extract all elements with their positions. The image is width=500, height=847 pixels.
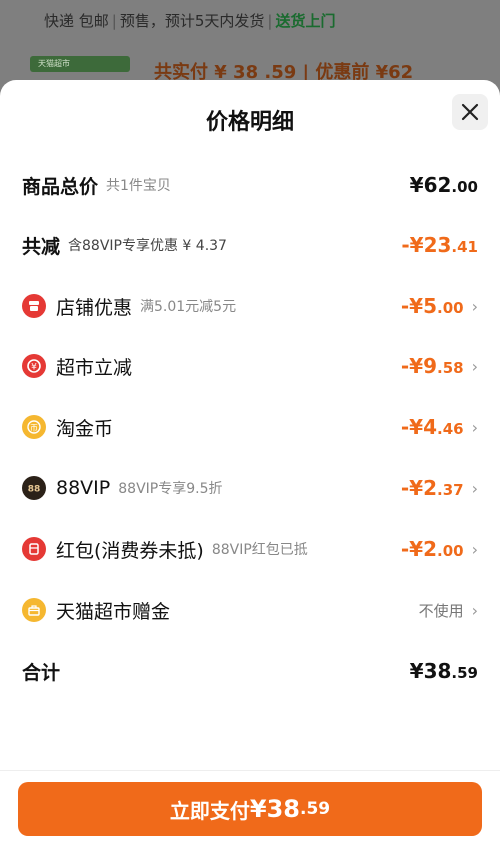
discount-int: -¥23	[401, 233, 452, 257]
gift-label: 天猫超市赠金	[56, 600, 171, 623]
row-total: 商品总价 共1件宝贝 ¥62.00	[22, 167, 478, 203]
sum-amount: ¥38.59	[410, 659, 478, 683]
svg-text:88: 88	[28, 485, 41, 495]
store-sub: 满5.01元减5元	[140, 299, 237, 315]
red-packet-icon	[22, 537, 46, 561]
redpacket-dec: .00	[437, 542, 464, 560]
vip-dec: .37	[437, 481, 464, 499]
sheet-title: 价格明细	[205, 110, 294, 135]
shipping-info: 快递 包邮 | 预售，预计5天内发货 | 送货上门	[44, 12, 336, 30]
pay-now-button[interactable]: 立即支付 ¥38 .59	[18, 782, 482, 836]
store-dec: .00	[437, 299, 464, 317]
row-tmall-gift[interactable]: 天猫超市赠金 不使用 ›	[22, 592, 478, 628]
store-amount: -¥5.00	[401, 294, 464, 318]
chevron-right-icon: ›	[471, 417, 478, 437]
discount-sub: 含88VIP专享优惠 ¥ 4.37	[68, 238, 227, 254]
chevron-right-icon: ›	[471, 600, 478, 620]
pay-int: ¥38	[249, 795, 300, 823]
pay-label: 立即支付	[169, 798, 250, 823]
taojin-amount: -¥4.46	[401, 415, 464, 439]
chevron-right-icon: ›	[471, 356, 478, 376]
coin-icon: 币	[22, 415, 46, 439]
vip-int: -¥2	[400, 476, 438, 500]
svg-text:币: 币	[30, 424, 38, 433]
store-icon	[22, 294, 46, 318]
redpacket-int: -¥2	[400, 537, 438, 561]
store-int: -¥5	[400, 294, 438, 318]
redpacket-sub: 88VIP红包已抵	[211, 542, 308, 558]
sum-label: 合计	[22, 661, 61, 684]
row-sum: 合计 ¥38.59	[22, 653, 478, 689]
discount-dec: .41	[451, 238, 478, 256]
discount-label: 共减	[22, 235, 61, 258]
shipping-text: 快递 包邮	[44, 12, 109, 30]
sum-int: ¥38	[409, 659, 452, 683]
sum-dec: .59	[451, 664, 478, 682]
price-detail-sheet: 价格明细 商品总价 共1件宝贝 ¥62.00 共减 含88VIP专享优惠 ¥ 4…	[0, 80, 500, 847]
market-dec: .58	[437, 359, 464, 377]
chevron-right-icon: ›	[471, 539, 478, 559]
svg-text:¥: ¥	[31, 363, 37, 373]
redpacket-label: 红包(消费券未抵)	[56, 539, 204, 562]
row-88vip[interactable]: 88 88VIP 88VIP专享9.5折 -¥2.37 ›	[22, 470, 478, 506]
delivery-text: 送货上门	[275, 12, 336, 30]
total-int: ¥62	[409, 173, 452, 197]
total-dec: .00	[451, 178, 478, 196]
taojin-int: -¥4	[400, 415, 438, 439]
taojin-dec: .46	[437, 420, 464, 438]
chevron-right-icon: ›	[471, 296, 478, 316]
bottom-bar: 立即支付 ¥38 .59	[0, 770, 500, 847]
vip-sub: 88VIP专享9.5折	[118, 481, 223, 497]
row-red-packet[interactable]: 红包(消费券未抵) 88VIP红包已抵 -¥2.00 ›	[22, 531, 478, 567]
total-amount: ¥62.00	[410, 173, 478, 197]
close-icon	[461, 103, 479, 121]
yuan-coin-icon: ¥	[22, 354, 46, 378]
vip-amount: -¥2.37	[401, 476, 464, 500]
close-button[interactable]	[452, 94, 488, 130]
market-amount: -¥9.58	[401, 354, 464, 378]
tmall-banner: 天猫超市	[30, 56, 130, 72]
gift-icon	[22, 598, 46, 622]
row-market-discount[interactable]: ¥ 超市立减 -¥9.58 ›	[22, 348, 478, 384]
discount-amount: -¥23.41	[401, 233, 478, 257]
market-label: 超市立减	[56, 356, 133, 379]
vip-label: 88VIP	[56, 477, 111, 499]
market-int: -¥9	[400, 354, 438, 378]
gift-status: 不使用	[418, 601, 464, 620]
vip88-icon: 88	[22, 476, 46, 500]
total-label: 商品总价	[22, 175, 99, 198]
presale-text: 预售，预计5天内发货	[119, 12, 265, 30]
row-discount: 共减 含88VIP专享优惠 ¥ 4.37 -¥23.41	[22, 227, 478, 263]
row-taojin[interactable]: 币 淘金币 -¥4.46 ›	[22, 409, 478, 445]
row-store-discount[interactable]: 店铺优惠 满5.01元减5元 -¥5.00 ›	[22, 288, 478, 324]
pay-dec: .59	[299, 799, 331, 819]
total-sub: 共1件宝贝	[106, 178, 171, 194]
chevron-right-icon: ›	[471, 478, 478, 498]
redpacket-amount: -¥2.00	[401, 537, 464, 561]
store-label: 店铺优惠	[56, 296, 133, 319]
taojin-label: 淘金币	[56, 417, 114, 440]
